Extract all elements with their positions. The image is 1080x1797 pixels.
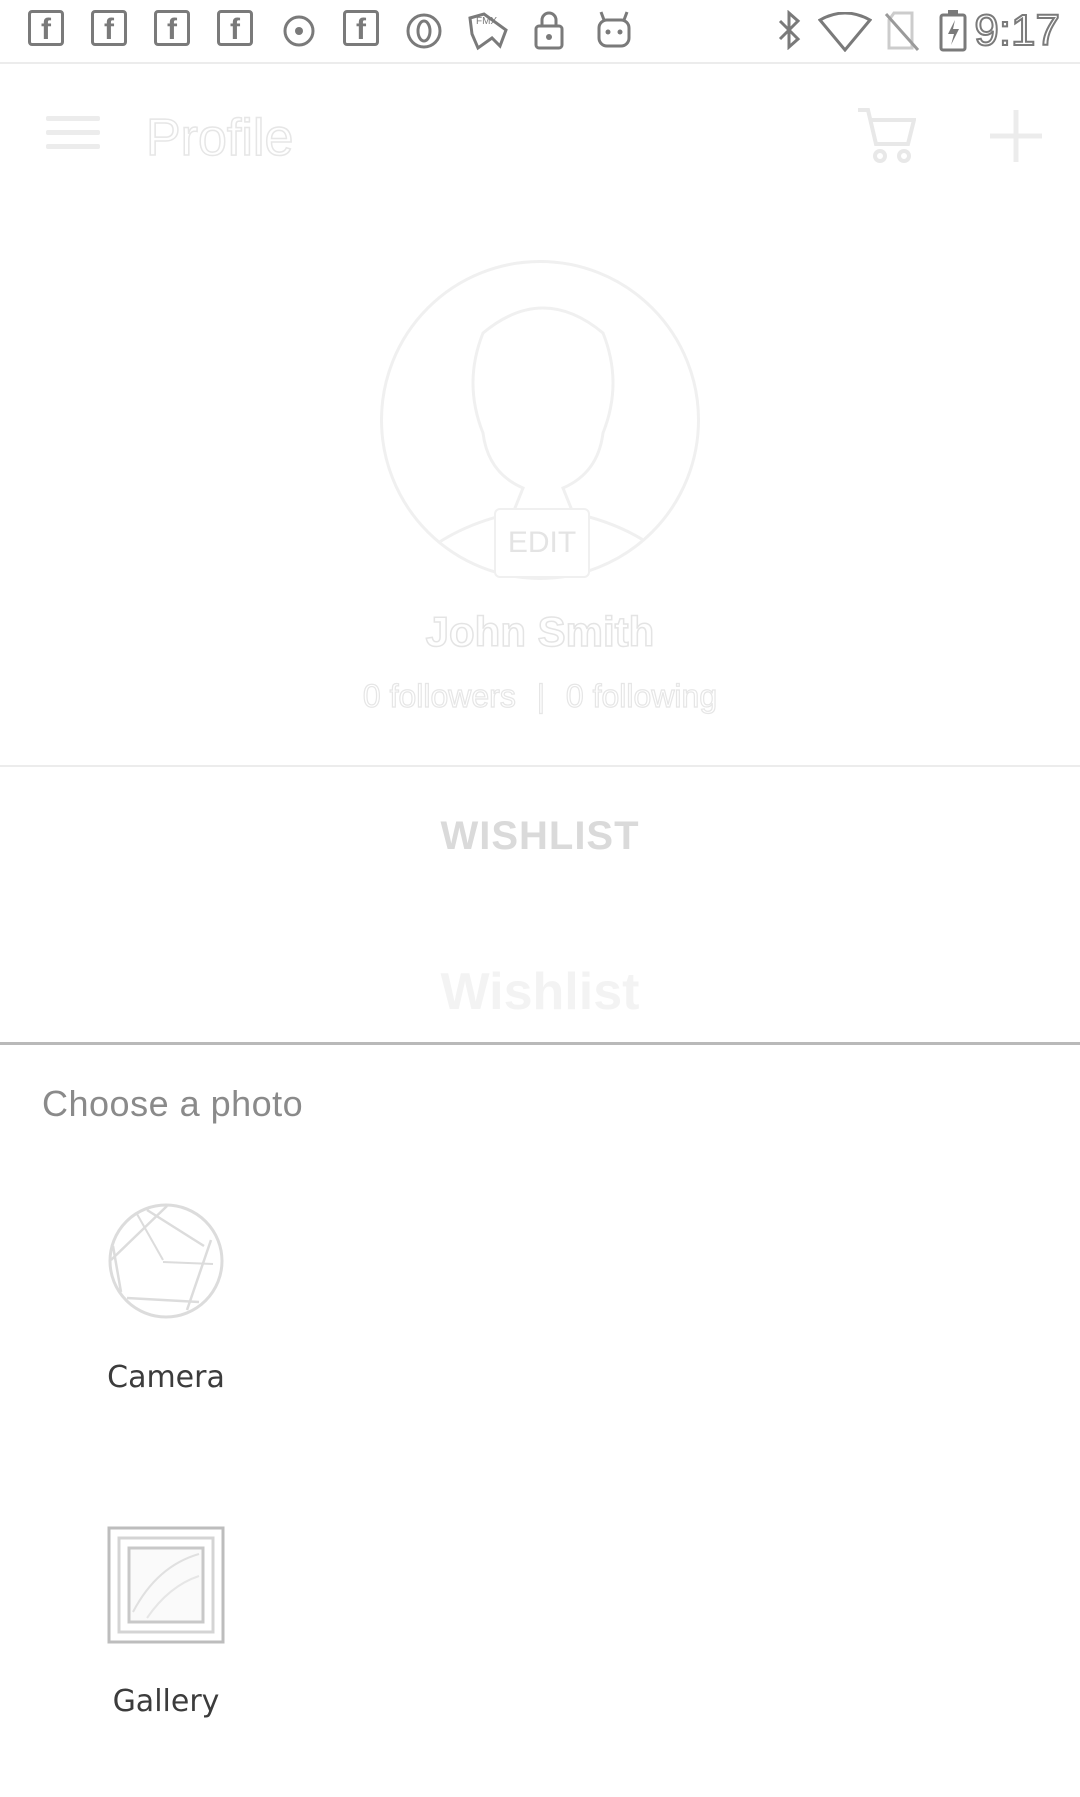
wishlist-heading: Wishlist xyxy=(440,963,640,1021)
following-count[interactable]: 0 following xyxy=(565,677,717,714)
game-controller-icon: FMX xyxy=(468,12,508,51)
tab-wishlist[interactable]: WISHLIST xyxy=(0,814,1080,859)
android-icon xyxy=(597,11,631,48)
profile-page-scrimmed: Profile EDIT John Smith 0 followers | 0 … xyxy=(0,62,1080,1042)
followers-count[interactable]: 0 followers xyxy=(362,677,516,714)
status-bar: f f f f f FMX 9:17 xyxy=(0,0,1080,64)
facebook-icon: f xyxy=(91,10,127,46)
battery-charging-icon xyxy=(939,10,967,52)
lock-icon xyxy=(534,11,564,50)
bluetooth-icon xyxy=(778,10,801,50)
camera-aperture-icon xyxy=(107,1202,225,1320)
page-title: Profile xyxy=(145,108,294,168)
facebook-icon: f xyxy=(154,10,190,46)
add-icon[interactable] xyxy=(988,108,1044,164)
follow-stats: 0 followers | 0 following xyxy=(0,677,1080,715)
clock: 9:17 xyxy=(973,5,1061,56)
divider xyxy=(0,765,1080,767)
profile-name: John Smith xyxy=(425,607,655,656)
facebook-icon: f xyxy=(217,10,253,46)
svg-text:FMX: FMX xyxy=(476,16,497,27)
facebook-icon: f xyxy=(343,10,379,46)
shopping-cart-icon[interactable] xyxy=(856,104,916,166)
opera-icon xyxy=(406,13,442,49)
edit-avatar-button[interactable]: EDIT xyxy=(494,508,590,578)
gallery-option[interactable]: Gallery xyxy=(96,1526,236,1719)
facebook-icon: f xyxy=(28,10,64,46)
camera-label: Camera xyxy=(107,1360,225,1395)
no-sim-icon xyxy=(884,11,920,51)
camera-option[interactable]: Camera xyxy=(96,1202,236,1395)
sheet-title: Choose a photo xyxy=(42,1083,304,1124)
choose-photo-sheet: Choose a photo Camera Gallery xyxy=(0,1042,1080,1797)
record-icon xyxy=(283,15,315,47)
wifi-icon xyxy=(818,12,872,52)
app-bar: Profile xyxy=(0,62,1080,214)
hamburger-menu-icon[interactable] xyxy=(46,116,100,158)
gallery-picture-icon xyxy=(107,1526,225,1644)
gallery-label: Gallery xyxy=(112,1684,220,1719)
stats-separator: | xyxy=(536,677,546,714)
